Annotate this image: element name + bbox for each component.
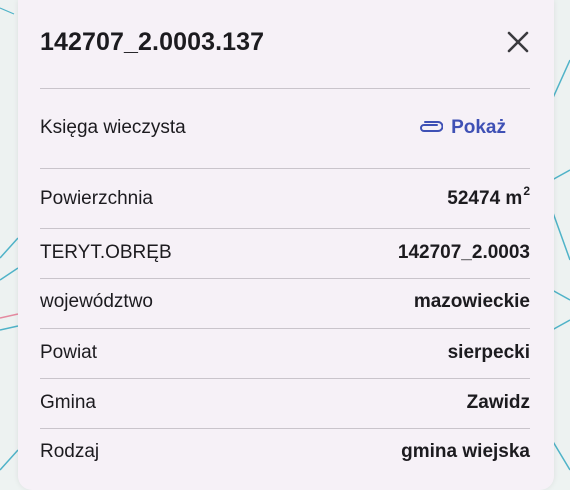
land-register-row: Księga wieczysta Pokaż (40, 108, 530, 148)
paperclip-icon (420, 121, 444, 132)
attribute-row-commune: Gmina Zawidz (40, 383, 530, 423)
attribute-value: 142707_2.0003 (397, 242, 530, 263)
divider (40, 428, 530, 429)
attribute-value: gmina wiejska (401, 441, 530, 462)
attribute-value-area: 52474 m2 (447, 184, 530, 209)
attribute-label: Powierzchnia (40, 188, 153, 209)
area-unit-exponent: 2 (523, 184, 530, 198)
divider (40, 378, 530, 379)
parcel-info-card: 142707_2.0003.137 Księga wieczysta Pokaż… (18, 0, 554, 490)
attribute-label: Gmina (40, 392, 96, 413)
divider (40, 88, 530, 89)
attribute-label: Powiat (40, 342, 98, 363)
attribute-value: mazowieckie (413, 291, 530, 312)
divider (40, 278, 530, 279)
attribute-row-teryt: TERYT.OBRĘB 142707_2.0003 (40, 233, 530, 273)
attribute-row-voivodeship: województwo mazowieckie (40, 282, 530, 322)
land-register-label: Księga wieczysta (40, 117, 186, 138)
attribute-row-county: Powiat sierpecki (40, 333, 530, 373)
card-header: 142707_2.0003.137 (40, 22, 530, 66)
attribute-value: sierpecki (447, 342, 530, 363)
close-icon (507, 31, 529, 53)
attribute-row-type: Rodzaj gmina wiejska (40, 432, 530, 472)
show-link-label: Pokaż (451, 117, 506, 138)
attribute-label: Rodzaj (40, 441, 100, 462)
attribute-label: TERYT.OBRĘB (40, 242, 172, 263)
close-button[interactable] (502, 26, 534, 58)
attribute-row-area: Powierzchnia 52474 m2 (40, 179, 530, 219)
divider (40, 228, 530, 229)
divider (40, 168, 530, 169)
show-land-register-link[interactable]: Pokaż (417, 117, 506, 139)
divider (40, 328, 530, 329)
parcel-title: 142707_2.0003.137 (40, 28, 265, 56)
attribute-label: województwo (40, 291, 153, 312)
attribute-value: Zawidz (466, 392, 530, 413)
